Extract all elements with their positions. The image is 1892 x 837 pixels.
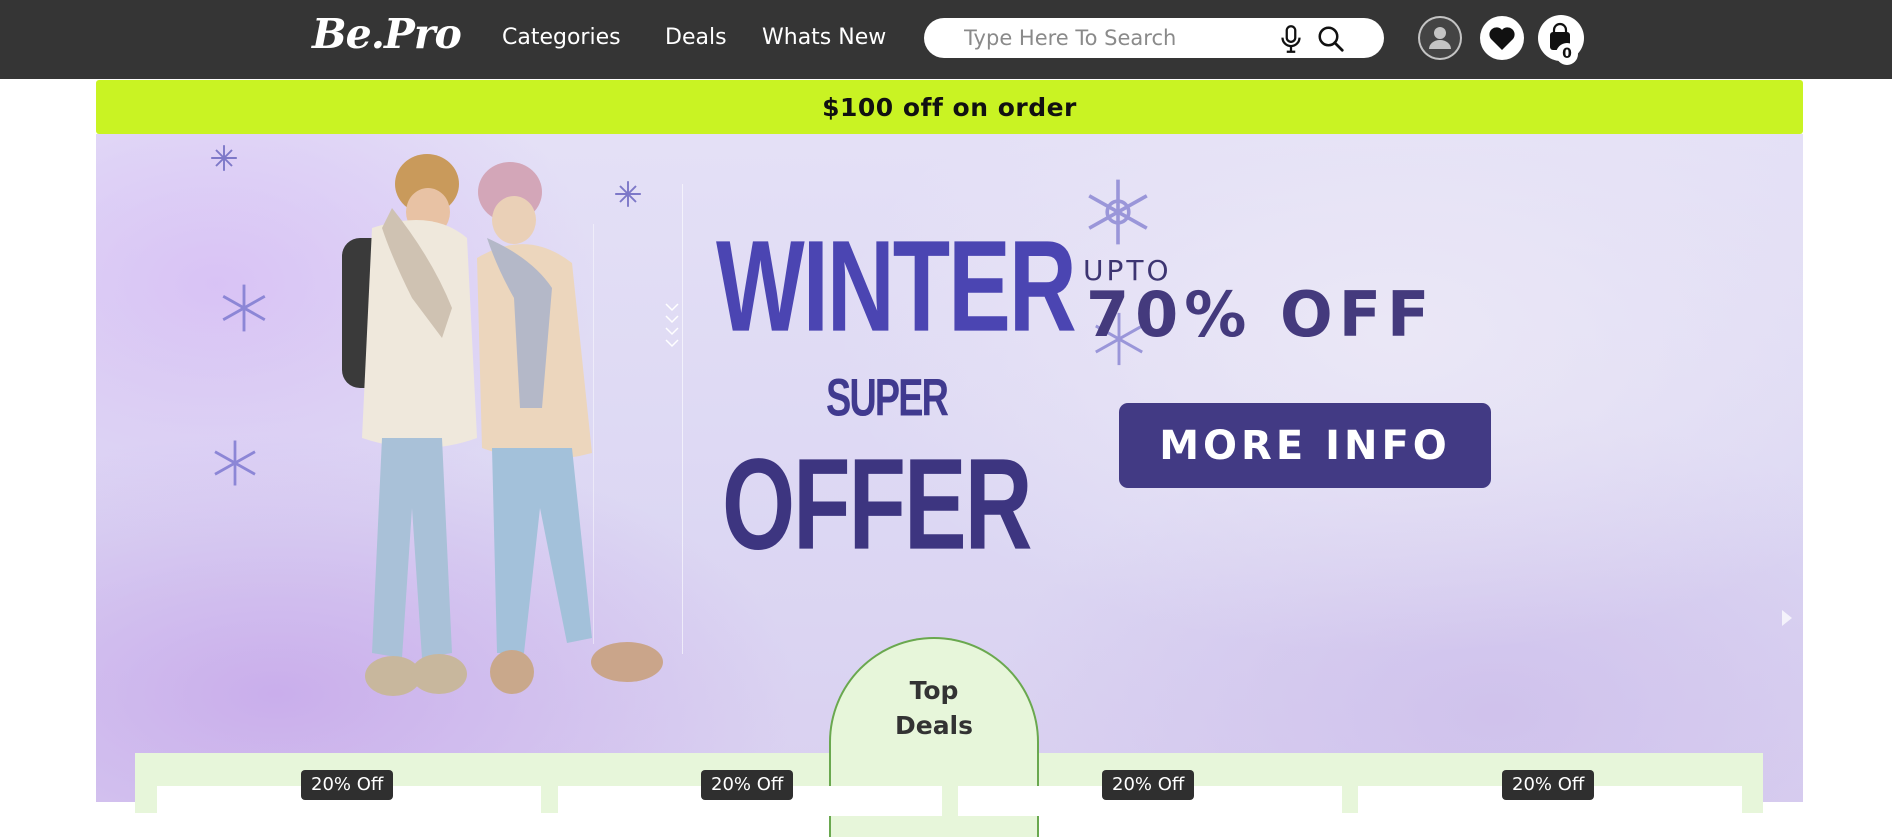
nav-whats-new[interactable]: Whats New — [762, 25, 886, 50]
search-icon[interactable] — [1316, 24, 1346, 54]
nav-categories[interactable]: Categories — [502, 25, 621, 50]
wishlist-button[interactable] — [1480, 16, 1524, 60]
discount-badge: 20% Off — [701, 770, 794, 800]
top-deals-title-line2: Deals — [894, 711, 974, 740]
top-deals-title-line1: Top — [909, 676, 959, 705]
search-bar — [924, 18, 1384, 58]
snowflake-icon — [222, 284, 266, 332]
hero-headline-winter: WINTER — [716, 213, 1077, 359]
hero-headline-offer: OFFER — [722, 431, 1033, 577]
snowflake-icon — [1088, 179, 1148, 245]
promo-banner[interactable]: $100 off on order — [96, 80, 1803, 134]
more-info-button[interactable]: MORE INFO — [1119, 403, 1491, 488]
brand-logo[interactable]: Be.Pro — [312, 10, 462, 58]
hero-headline-super: SUPER — [826, 370, 949, 428]
top-navigation-bar: Be.Pro Categories Deals Whats New 0 — [0, 0, 1892, 79]
snowflake-icon — [214, 440, 256, 486]
account-button[interactable] — [1418, 16, 1462, 60]
models-photo — [342, 154, 663, 696]
cart-count-badge: 0 — [1556, 43, 1578, 65]
discount-badge: 20% Off — [1102, 770, 1195, 800]
hero-discount-text: 70% OFF — [1086, 278, 1436, 351]
carousel-next-arrow-icon[interactable] — [1780, 606, 1794, 630]
account-icon — [1420, 18, 1460, 58]
discount-badge: 20% Off — [301, 770, 394, 800]
top-deals-title: Top Deals — [829, 673, 1039, 743]
nav-deals[interactable]: Deals — [665, 25, 727, 50]
discount-badge: 20% Off — [1502, 770, 1595, 800]
promo-text: $100 off on order — [822, 92, 1077, 122]
heart-icon — [1489, 27, 1515, 50]
snowflake-icon — [211, 145, 237, 171]
search-input[interactable] — [964, 26, 1294, 50]
mic-icon[interactable] — [1274, 22, 1308, 56]
